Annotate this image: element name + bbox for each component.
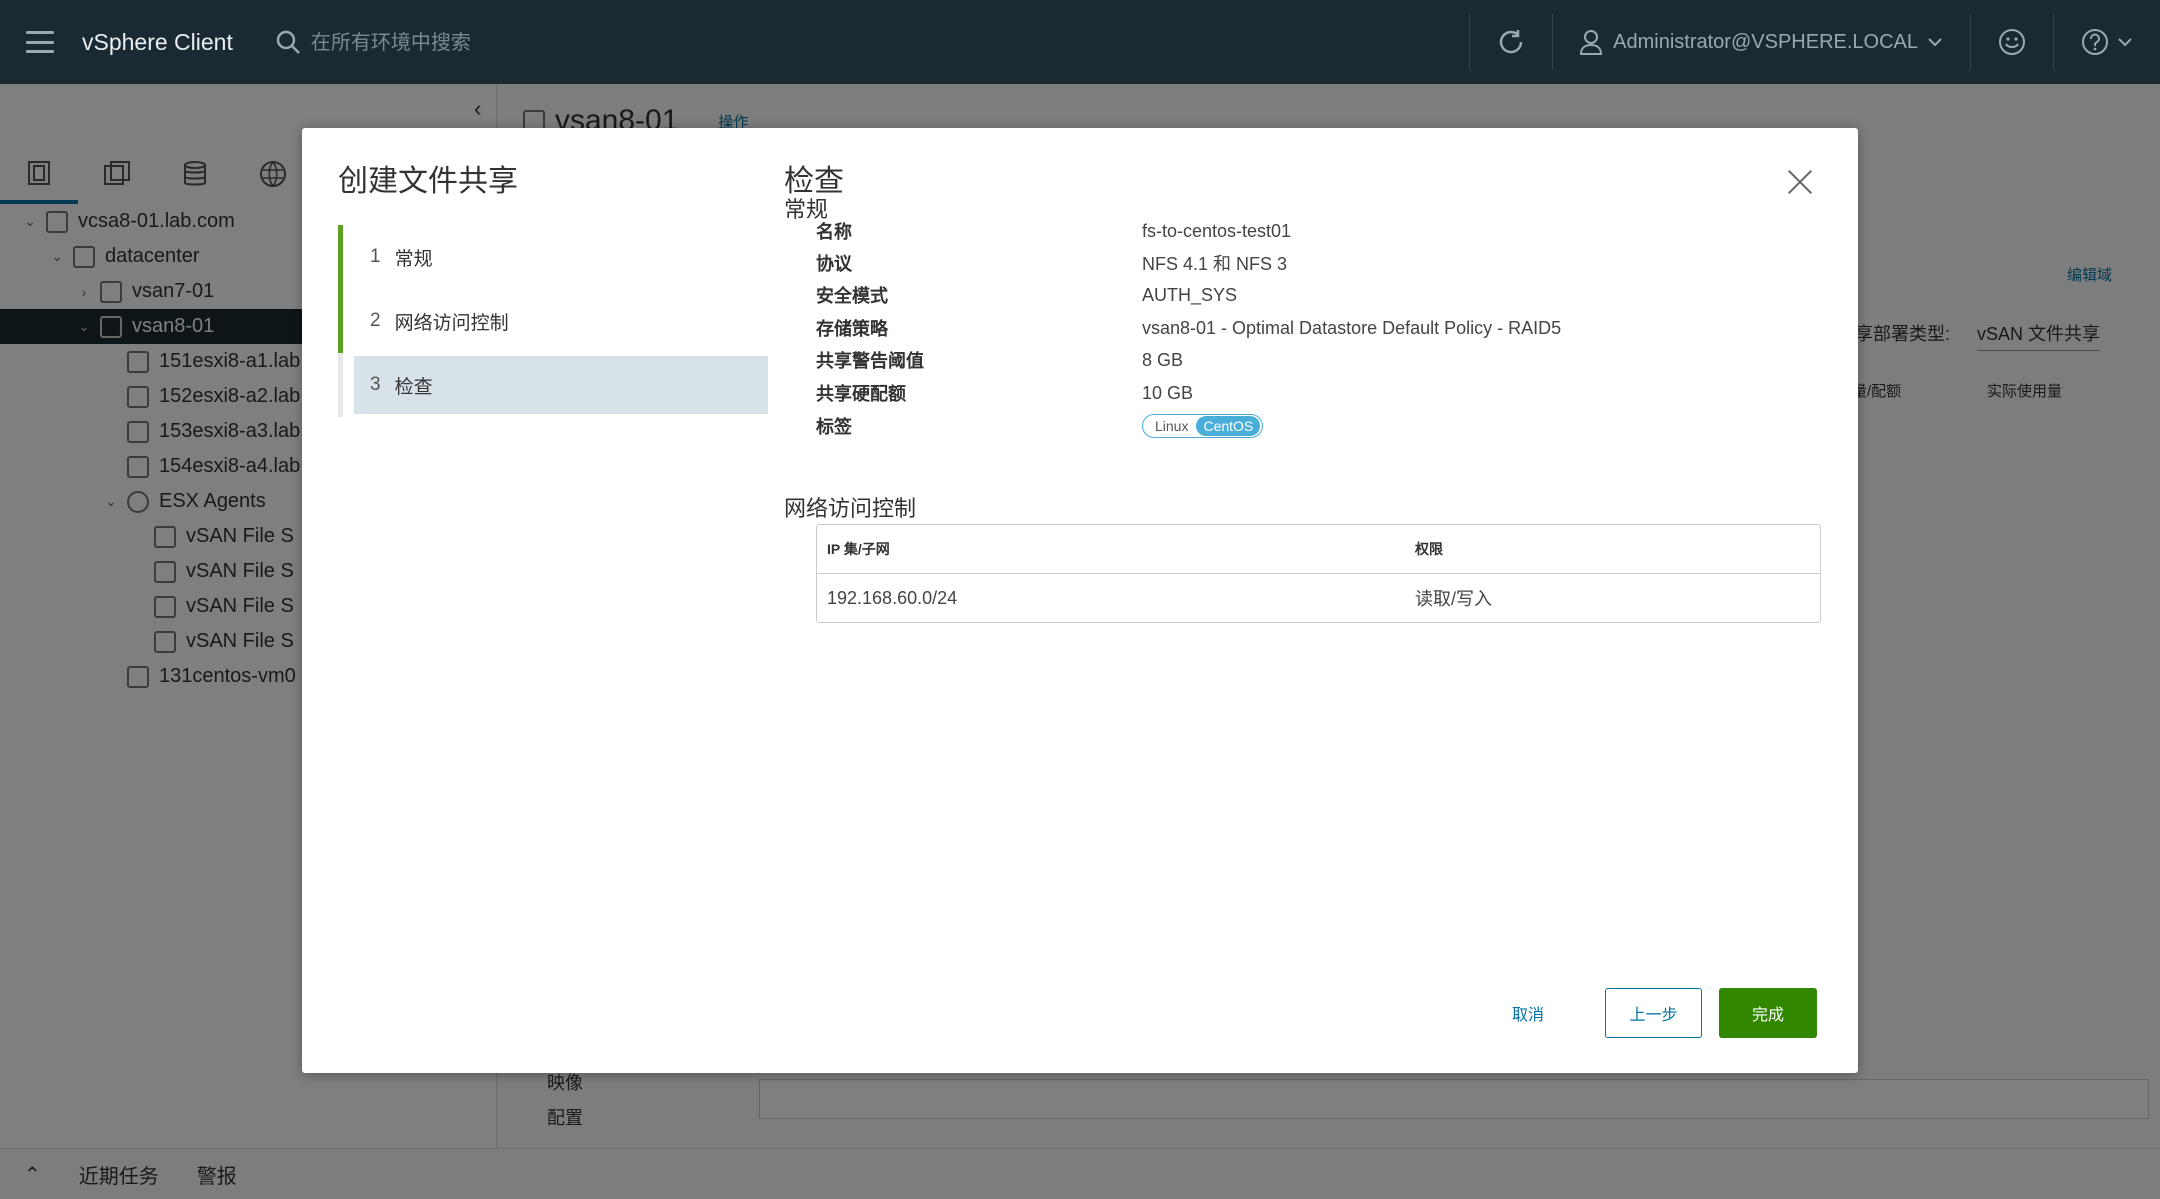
- refresh-button[interactable]: [1470, 0, 1552, 84]
- step-number: 1: [370, 246, 381, 267]
- wizard-step-general[interactable]: 1 常规: [338, 225, 768, 289]
- feedback-button[interactable]: [1971, 0, 2053, 84]
- review-row-name: 名称 fs-to-centos-test01: [816, 220, 1292, 243]
- review-row-tags: 标签 Linux CentOS: [816, 410, 1816, 442]
- back-button[interactable]: 上一步: [1605, 988, 1702, 1038]
- acl-permission-cell: 读取/写入: [1415, 589, 1493, 609]
- review-row-warning-threshold: 共享警告阈值 8 GB: [816, 349, 1184, 372]
- acl-heading: 网络访问控制: [784, 496, 917, 521]
- review-row-security-mode: 安全模式 AUTH_SYS: [816, 284, 1238, 307]
- smiley-icon: [1999, 29, 2025, 55]
- step-number: 3: [370, 374, 381, 395]
- help-icon: [2082, 29, 2108, 55]
- user-icon: [1580, 30, 1603, 55]
- acl-table: IP 集/子网 权限 192.168.60.0/24 读取/写入: [816, 524, 1821, 623]
- wizard-steps: 1 常规 2 网络访问控制 3 检查: [338, 225, 768, 417]
- user-menu[interactable]: Administrator@VSPHERE.LOCAL: [1553, 0, 1970, 84]
- wizard-step-review[interactable]: 3 检查: [338, 353, 768, 417]
- app-title[interactable]: vSphere Client: [82, 29, 233, 56]
- wizard-step-network-access[interactable]: 2 网络访问控制: [338, 289, 768, 353]
- refresh-icon: [1499, 30, 1523, 54]
- step-label: 检查: [394, 376, 433, 398]
- search-input[interactable]: [310, 30, 551, 54]
- wizard-title: 创建文件共享: [338, 165, 518, 198]
- column-header-ip: IP 集/子网: [827, 541, 890, 557]
- chevron-down-icon: [1928, 38, 1942, 47]
- chevron-down-icon: [2118, 38, 2132, 47]
- close-icon[interactable]: [1786, 168, 1814, 196]
- step-label: 常规: [394, 248, 433, 270]
- top-header: vSphere Client Administrator@VSPHERE.LOC…: [0, 0, 2160, 84]
- table-header: IP 集/子网 权限: [817, 525, 1820, 574]
- review-row-protocol: 协议 NFS 4.1 和 NFS 3: [816, 254, 1288, 274]
- step-label: 网络访问控制: [394, 312, 509, 334]
- search-icon: [276, 30, 300, 54]
- tag-chip: Linux CentOS: [1142, 414, 1264, 438]
- help-menu[interactable]: [2054, 0, 2160, 84]
- user-name: Administrator@VSPHERE.LOCAL: [1613, 30, 1918, 53]
- global-search[interactable]: [275, 29, 575, 55]
- review-row-storage-policy: 存储策略 vsan8-01 - Optimal Datastore Default…: [816, 317, 1562, 340]
- step-number: 2: [370, 310, 381, 331]
- create-file-share-dialog: 创建文件共享 1 常规 2 网络访问控制 3 检查 检查 常规 名称 fs-to-cen…: [302, 128, 1858, 1073]
- table-row: 192.168.60.0/24 读取/写入: [817, 574, 1820, 622]
- cancel-button[interactable]: 取消: [1488, 988, 1568, 1038]
- menu-icon[interactable]: [26, 31, 54, 53]
- column-header-permission: 权限: [1415, 541, 1443, 557]
- acl-ip-cell: 192.168.60.0/24: [827, 587, 958, 608]
- tag-value: CentOS: [1196, 416, 1261, 436]
- review-row-hard-quota: 共享硬配额 10 GB: [816, 382, 1194, 405]
- finish-button[interactable]: 完成: [1719, 988, 1817, 1038]
